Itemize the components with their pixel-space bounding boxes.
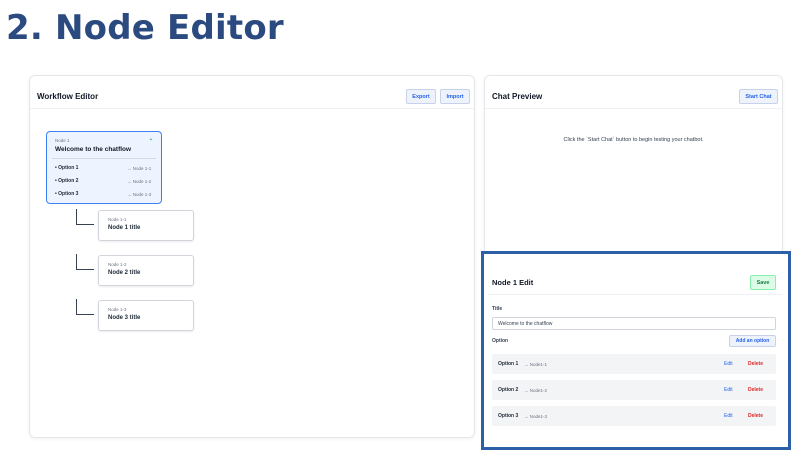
option-row-target: → Node1-2 (524, 387, 548, 393)
node-id: Node 1 (55, 138, 70, 143)
edit-option-button[interactable]: Edit (724, 387, 733, 393)
node-title: Welcome to the chatflow (55, 146, 132, 153)
chat-preview-title: Chat Preview (492, 92, 543, 101)
title-field-label: Title (492, 306, 503, 312)
add-option-button[interactable]: Add an option (729, 335, 776, 347)
node-edit-panel: Node 1 Edit Save Title Welcome to the ch… (481, 251, 791, 450)
option-row-target: → Node1-3 (524, 413, 548, 419)
child-node-card[interactable]: Node 1-3 Node 3 title (98, 300, 194, 331)
node-id: Node 1-1 (108, 217, 127, 222)
node-edit-title: Node 1 Edit (492, 278, 534, 287)
connector-line (76, 254, 94, 270)
option-row: Option 3 → Node1-3 Edit Delete (492, 406, 776, 426)
edit-option-button[interactable]: Edit (724, 361, 733, 367)
option-row-label: Option 1 (498, 361, 519, 367)
delete-option-button[interactable]: Delete (748, 413, 763, 419)
workflow-editor-panel: Workflow Editor Export Import Node 1 + W… (29, 75, 475, 438)
node-id: Node 1-3 (108, 307, 127, 312)
option-row-label: Option 2 (498, 387, 519, 393)
connector-line (76, 299, 94, 315)
export-button[interactable]: Export (406, 89, 436, 104)
divider (488, 294, 782, 295)
child-node-card[interactable]: Node 1-1 Node 1 title (98, 210, 194, 241)
node-option-target: → Node 1-3 (127, 191, 152, 197)
import-button[interactable]: Import (440, 89, 470, 104)
page-heading: 2. Node Editor (6, 8, 284, 48)
option-section-label: Option (492, 338, 509, 344)
root-node-card[interactable]: Node 1 + Welcome to the chatflow • Optio… (46, 131, 162, 204)
node-id: Node 1-2 (108, 262, 127, 267)
workflow-editor-header: Workflow Editor Export Import (30, 76, 474, 109)
child-node-card[interactable]: Node 1-2 Node 2 title (98, 255, 194, 286)
option-row-target: → Node1-1 (524, 361, 548, 367)
node-option-target: → Node 1-1 (127, 165, 152, 171)
workflow-editor-title: Workflow Editor (37, 92, 99, 101)
start-chat-button[interactable]: Start Chat (739, 89, 778, 104)
option-row: Option 2 → Node1-2 Edit Delete (492, 380, 776, 400)
option-row-label: Option 3 (498, 413, 519, 419)
delete-option-button[interactable]: Delete (748, 387, 763, 393)
plus-icon[interactable]: + (148, 137, 154, 143)
node-option-target: → Node 1-2 (127, 178, 152, 184)
divider (52, 158, 156, 159)
chat-preview-header: Chat Preview Start Chat (485, 76, 782, 109)
node-title: Node 1 title (108, 225, 141, 231)
node-title: Node 3 title (108, 315, 141, 321)
node-option-label: • Option 3 (55, 191, 79, 197)
connector-line (76, 209, 94, 225)
delete-option-button[interactable]: Delete (748, 361, 763, 367)
save-button[interactable]: Save (750, 275, 776, 290)
chat-hint-text: Click the `Start Chat` button to begin t… (563, 137, 704, 143)
title-input[interactable]: Welcome to the chatflow (492, 317, 776, 330)
option-row: Option 1 → Node1-1 Edit Delete (492, 354, 776, 374)
node-option-label: • Option 1 (55, 165, 79, 171)
edit-option-button[interactable]: Edit (724, 413, 733, 419)
node-option-label: • Option 2 (55, 178, 79, 184)
node-title: Node 2 title (108, 270, 141, 276)
